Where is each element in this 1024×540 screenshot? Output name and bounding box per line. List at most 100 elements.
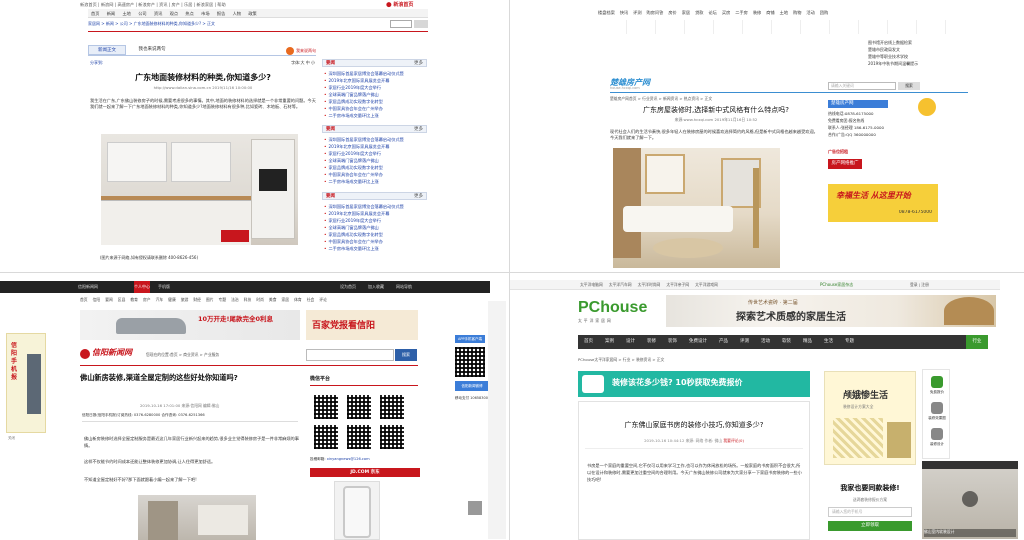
sina-nav-news[interactable]: 新闻 [107,11,115,16]
xinyang-phone-ad[interactable] [334,481,380,540]
sina-tab-comment[interactable]: 我也来说两句 [128,45,176,55]
chuxiong-nav-item[interactable]: 论坛 [708,10,716,15]
sina-nav-info[interactable]: 资讯 [154,11,162,16]
pchouse-top-link[interactable]: 太平洋汽车网 [609,282,632,287]
pchouse-top-link[interactable]: 太平洋游戏网 [695,282,718,287]
sina-nav-people[interactable]: 人物 [233,11,241,16]
pchouse-top-link[interactable]: 太平洋电脑网 [580,282,603,287]
sina-sidebar-item[interactable]: 家居行业2019年度大会举行 [324,84,425,91]
sina-sidebar-item[interactable]: 家居品牌成功实现数字化转型 [324,164,425,171]
sina-sidebar-item[interactable]: 二手房市场成交量环比上涨 [324,178,425,185]
pchouse-nav-industry[interactable]: 行业 [966,335,988,349]
xinyang-nav-item[interactable]: 信阳 [93,297,101,302]
sina-sidebar-item[interactable]: 全球高端门窗品牌落户佛山 [324,91,425,98]
sina-sidebar-item[interactable]: 深圳国际首届家居博览会落幕启动仪式暨 [324,70,425,77]
pchouse-nav-item[interactable]: 专题 [845,339,854,344]
sina-nav-policy[interactable]: 政策 [248,11,256,16]
pchouse-nav-item[interactable]: 活动 [761,339,770,344]
pchouse-login-link[interactable]: 登录 [910,282,918,287]
xinyang-app-badge[interactable]: APP手机客户端 [455,335,485,343]
xinyang-nav-item[interactable]: 科技 [244,297,252,302]
pchouse-float-gallery[interactable]: 装修效果图 [923,416,951,422]
xinyang-nav-item[interactable]: 要闻 [105,297,113,302]
sina-nav-market[interactable]: 市场 [201,11,209,16]
xinyang-nav-item[interactable]: 评论 [319,297,327,302]
pchouse-nav-item[interactable]: 精品 [803,339,812,344]
sina-share-label[interactable]: 分享到: [90,60,140,66]
xinyang-top-link[interactable]: 设为首页 [340,281,366,293]
xinyang-search-input[interactable] [306,349,394,361]
xinyang-nav-item[interactable]: 财经 [193,297,201,302]
chuxiong-nav-item[interactable]: 团购 [820,10,828,15]
chuxiong-nav-item[interactable]: 家居 [682,10,690,15]
pchouse-float-design[interactable]: 装修设计 [923,442,951,448]
pchouse-magazine-link[interactable]: PChouse家居杂志 [820,280,880,290]
sina-search-button[interactable] [414,20,428,28]
xinyang-nav-item[interactable]: 首页 [80,297,88,302]
pchouse-logo[interactable]: PChouse [578,299,658,317]
pchouse-nav-item[interactable]: 装饰 [668,339,677,344]
sina-sidebar-more[interactable]: 更多 [414,60,423,66]
xinyang-nav-item[interactable]: 图片 [206,297,214,302]
pchouse-side-ad[interactable]: 颅娥惨生活 装修设计方案大全 [824,371,916,465]
xinyang-nav-item[interactable]: 健康 [168,297,176,302]
chuxiong-search-button[interactable]: 搜索 [898,82,920,90]
chuxiong-subnav[interactable] [598,20,968,34]
xinyang-left-ad[interactable]: 信阳手机报 [6,333,46,433]
sina-sidebar-item[interactable]: 深圳国际首届家居博览会落幕启动仪式暨 [324,203,425,210]
xinyang-jd-banner[interactable]: JD.COM 京东 [310,468,420,477]
sina-tab-article[interactable]: 新闻正文 [88,45,126,55]
sina-sidebar-item[interactable]: 深圳国际首届家居博览会落幕启动仪式暨 [324,136,425,143]
chuxiong-right-link[interactable]: 图书馆开启线上数据检索 [868,40,968,46]
chuxiong-nav-item[interactable]: 商铺 [766,10,774,15]
xinyang-nav-item[interactable]: 专题 [219,297,227,302]
xinyang-search-button[interactable]: 搜索 [395,349,417,361]
pchouse-nav-item[interactable]: 设计 [626,339,635,344]
chuxiong-nav-item[interactable]: 购物 [793,10,801,15]
xinyang-nav-item[interactable]: 区县 [118,297,126,302]
chuxiong-ad-red[interactable]: 广告位招租 [828,149,936,156]
pchouse-register-link[interactable]: 注册 [921,282,929,287]
pchouse-nav-item[interactable]: 案例 [605,339,614,344]
sina-sidebar-item[interactable]: 中国家具协会年会在广州举办 [324,238,425,245]
sina-sidebar-item[interactable]: 2019年北京国际家具展览会开幕 [324,143,425,150]
xinyang-top-link[interactable]: 加入收藏 [368,281,394,293]
scroll-top-button[interactable] [468,501,482,515]
xinyang-float-weibo[interactable]: 信阳新闻微博 [455,381,489,391]
sina-sidebar-item[interactable]: 家居品牌成功实现数字化转型 [324,98,425,105]
sina-sidebar-item[interactable]: 二手房市场成交量环比上涨 [324,112,425,119]
chuxiong-nav-item[interactable]: 装修 [753,10,761,15]
chuxiong-nav-item[interactable]: 购房问答 [647,10,664,15]
sina-sidebar-item[interactable]: 家居行业2019年度大会举行 [324,150,425,157]
pchouse-promo-input[interactable]: 请输入您的手机号 [828,507,912,517]
chuxiong-ad-promo[interactable]: 房产网络推广 [828,159,862,169]
sina-sidebar-item[interactable]: 2019年北京国际家具展览会开幕 [324,210,425,217]
xinyang-nav-item[interactable]: 房产 [143,297,151,302]
sina-sidebar-item[interactable]: 二手房市场成交量环比上涨 [324,245,425,252]
pchouse-top-link[interactable]: 太平洋亲子网 [666,282,689,287]
xinyang-site-logo[interactable]: 信阳新闻网 [80,347,142,361]
chuxiong-nav-item[interactable]: 评测 [633,10,641,15]
chuxiong-nav-item[interactable]: 土地 [780,10,788,15]
sina-nav-hot[interactable]: 热点 [185,11,193,16]
sina-sidebar-item[interactable]: 全球高端门窗品牌落户佛山 [324,224,425,231]
xinyang-right-banner[interactable]: 百家党报看信阳 [306,310,418,340]
sina-nav-land[interactable]: 土地 [122,11,130,16]
xinyang-top-link[interactable]: 个人中心 [134,281,150,293]
sina-sidebar-item[interactable]: 家居品牌成功实现数字化转型 [324,231,425,238]
chuxiong-ad-box[interactable]: 幸福生活 从这里开始 0878-6175000 [828,184,938,222]
xinyang-nav-item[interactable]: 美食 [269,297,277,302]
sina-sidebar-item[interactable]: 中国家具协会年会在广州举办 [324,105,425,112]
chuxiong-nav-item[interactable]: 二手房 [735,10,748,15]
pchouse-nav-item[interactable]: 生活 [824,339,833,344]
pchouse-green-banner[interactable]: 装修该花多少钱? 10秒获取免费报价 [578,371,810,397]
xinyang-top-link[interactable]: 信阳新闻网 [78,281,128,293]
chuxiong-nav-item[interactable]: 房价 [668,10,676,15]
sina-font-size[interactable]: 字体:大 中 小 [270,60,315,66]
sina-comment-count[interactable]: 我来说两句 [296,48,326,54]
pchouse-nav-item[interactable]: 首页 [584,339,593,344]
pchouse-comment-link[interactable]: 我要评论(0) [723,438,744,443]
sina-nav-report[interactable]: 报告 [217,11,225,16]
sina-sidebar-more[interactable]: 更多 [414,126,423,132]
chuxiong-right-link[interactable]: 楚雄市民政局发文 [868,47,968,53]
